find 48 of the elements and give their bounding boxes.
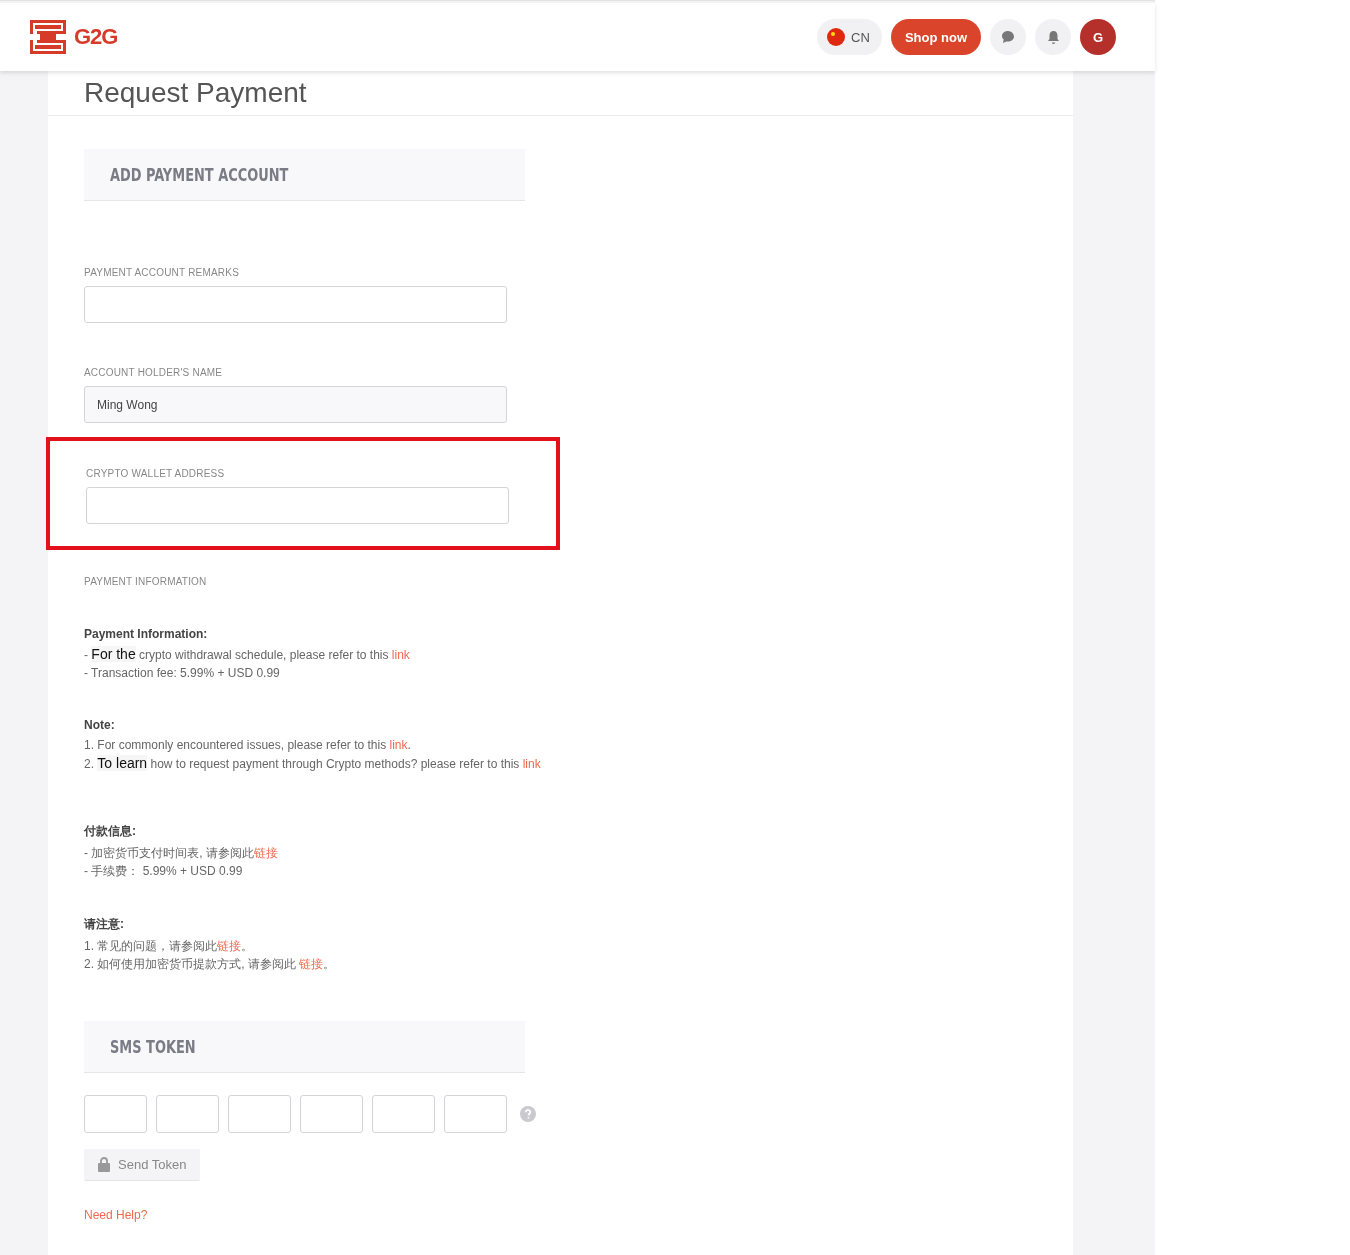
- section-title: ADD PAYMENT ACCOUNT: [110, 164, 289, 185]
- info-line: 2. To learn how to request payment through Crypto methods? please refer to this link: [84, 754, 542, 773]
- send-token-button[interactable]: Send Token: [84, 1149, 201, 1181]
- link[interactable]: link: [391, 648, 410, 662]
- token-digit-field[interactable]: [300, 1095, 363, 1133]
- link[interactable]: link: [389, 738, 408, 752]
- avatar[interactable]: G: [1080, 19, 1116, 55]
- token-digit-field[interactable]: [372, 1095, 435, 1133]
- logo-text: G2G: [74, 24, 118, 50]
- token-digit-field[interactable]: [228, 1095, 291, 1133]
- info-line: - For the crypto withdrawal schedule, please refer to this link: [84, 645, 411, 664]
- info-line: - 手续费： 5.99% + USD 0.99: [84, 863, 244, 880]
- info-line: - 加密货币支付时间表, 请参阅此链接: [84, 845, 279, 862]
- page-title: Request Payment: [84, 77, 307, 109]
- field-label: ACCOUNT HOLDER'S NAME: [84, 367, 224, 378]
- field-label: CRYPTO WALLET ADDRESS: [86, 468, 226, 479]
- input-field[interactable]: [86, 487, 509, 524]
- input-field[interactable]: [84, 286, 507, 323]
- help-link[interactable]: Need Help?: [84, 1208, 148, 1222]
- info-heading: Note:: [84, 718, 116, 732]
- info-line: 1. 常见的问题，请参阅此链接。: [84, 938, 255, 955]
- info-heading: Payment Information:: [84, 627, 209, 641]
- link[interactable]: link: [522, 757, 541, 771]
- lock-icon: [98, 1157, 110, 1172]
- info-heading: 付款信息:: [84, 823, 137, 840]
- link[interactable]: 链接: [254, 846, 278, 860]
- chat-button[interactable]: [990, 19, 1026, 55]
- link[interactable]: 链接: [299, 957, 324, 971]
- logo-icon: [30, 20, 66, 54]
- info-line: 2. 如何使用加密货币提款方式, 请参阅此 链接。: [84, 956, 337, 973]
- field-label: PAYMENT ACCOUNT REMARKS: [84, 267, 240, 278]
- shop-now-button[interactable]: Shop now: [890, 19, 981, 55]
- link[interactable]: 链接: [217, 939, 242, 953]
- language-button[interactable]: CN: [817, 19, 882, 55]
- field-label: PAYMENT INFORMATION: [84, 576, 208, 587]
- token-digit-field[interactable]: [444, 1095, 507, 1133]
- input-field[interactable]: Ming Wong: [84, 386, 507, 423]
- token-digit-field[interactable]: [156, 1095, 219, 1133]
- help-icon[interactable]: [520, 1106, 536, 1122]
- info-line: 1. For commonly encountered issues, please refer to this link.: [84, 737, 412, 754]
- bell-icon: [1046, 29, 1060, 45]
- info-line: - Transaction fee: 5.99% + USD 0.99: [84, 665, 281, 682]
- section-title: SMS TOKEN: [110, 1036, 196, 1057]
- notification-button[interactable]: [1035, 19, 1071, 55]
- info-heading: 请注意:: [84, 916, 125, 933]
- chat-icon: [1001, 30, 1015, 44]
- token-digit-field[interactable]: [84, 1095, 147, 1133]
- flag-icon: [827, 28, 846, 46]
